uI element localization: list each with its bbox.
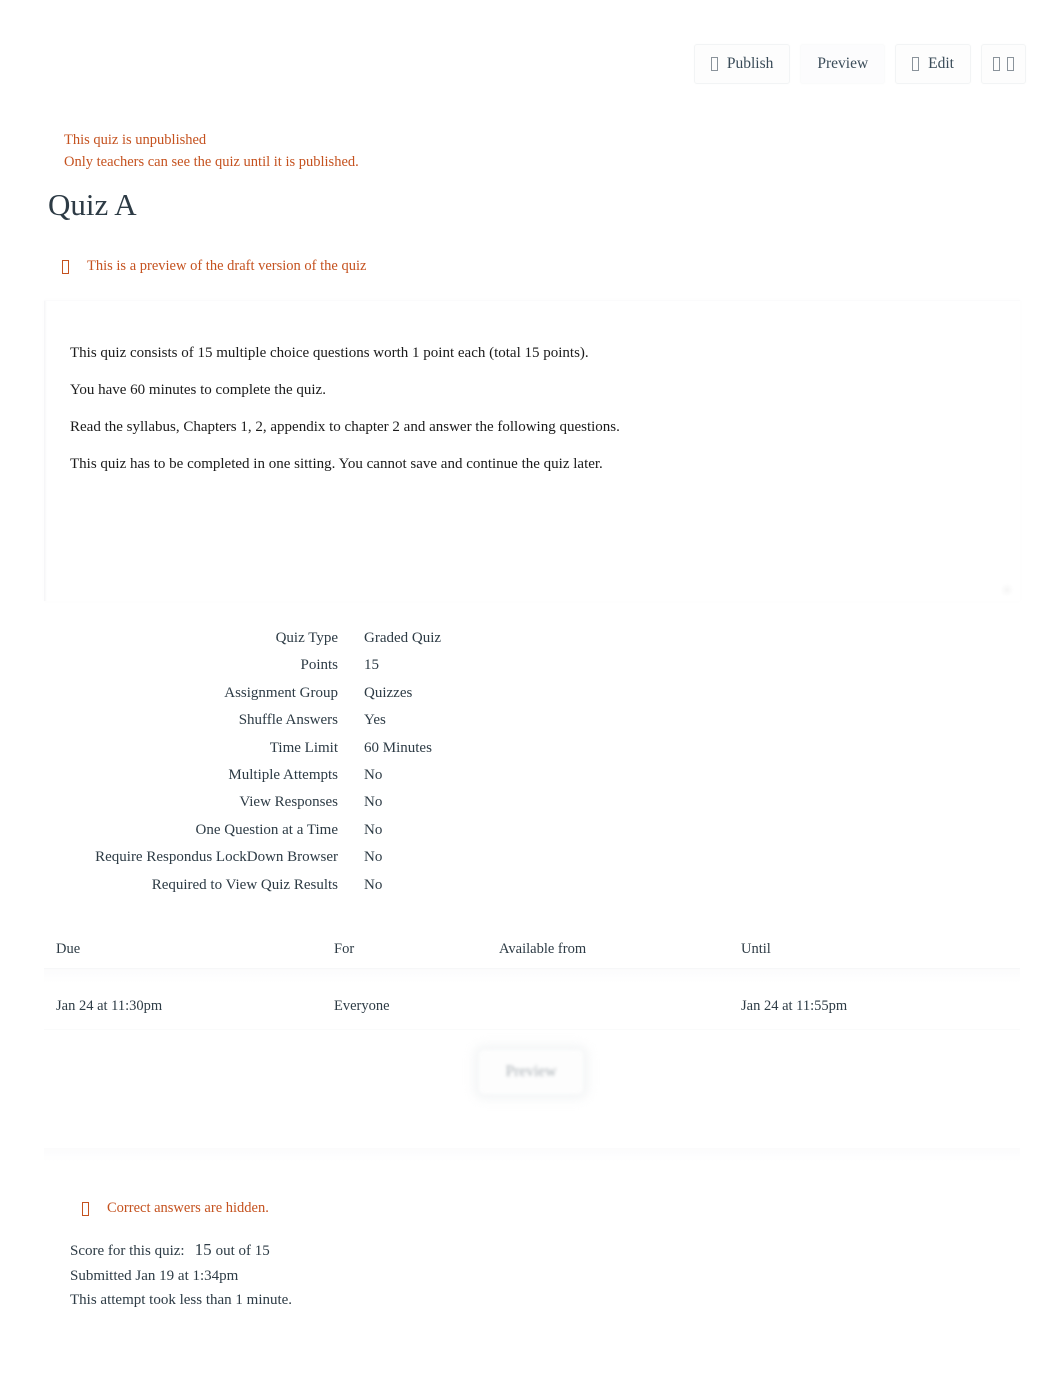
unpublished-alert-detail: Only teachers can see the quiz until it … [64, 153, 359, 170]
publish-tofu-icon [710, 57, 718, 71]
detail-value: Quizzes [364, 684, 413, 701]
detail-label: Shuffle Answers [238, 712, 338, 729]
description-paragraph: Read the syllabus, Chapters 1, 2, append… [70, 419, 620, 435]
table-row: One Question at a Time No [0, 820, 640, 841]
column-header-due: Due [56, 940, 81, 957]
answers-hidden-label: Correct answers are hidden. [107, 1200, 269, 1216]
table-row: Shuffle Answers Yes [0, 710, 640, 731]
detail-label: One Question at a Time [195, 821, 339, 838]
more-options-button[interactable] [981, 44, 1026, 84]
score-value: 15 [194, 1240, 212, 1259]
description-paragraph: This quiz consists of 15 multiple choice… [70, 345, 589, 361]
score-line: Score for this quiz: 15 out of 15 [70, 1238, 292, 1264]
cell-for: Everyone [334, 997, 390, 1014]
table-row: View Responses No [0, 792, 640, 813]
detail-label: Time Limit [269, 739, 338, 756]
description-paragraph: You have 60 minutes to complete the quiz… [70, 382, 326, 398]
edit-button-label: Edit [928, 55, 954, 73]
cell-due: Jan 24 at 11:30pm [56, 997, 163, 1014]
preview-quiz-button-label: Preview [505, 1063, 557, 1080]
preview-quiz-button[interactable]: Preview [479, 1050, 583, 1094]
detail-value: No [364, 766, 383, 783]
table-row: Require Respondus LockDown Browser No [0, 847, 640, 868]
column-header-for: For [334, 940, 355, 957]
detail-value: No [364, 849, 383, 866]
detail-label: Assignment Group [224, 684, 338, 701]
detail-label: Quiz Type [275, 630, 338, 646]
page-title: Quiz A [48, 187, 137, 222]
publish-button[interactable]: Publish [693, 44, 791, 84]
detail-label: Require Respondus LockDown Browser [95, 849, 338, 866]
description-paragraph: This quiz has to be completed in one sit… [70, 456, 603, 472]
info-tofu-icon [62, 259, 69, 274]
draft-preview-notice-label: This is a preview of the draft version o… [87, 258, 367, 274]
table-row: Jan 24 at 11:30pm Everyone Jan 24 at 11:… [44, 983, 1020, 1030]
unpublished-alert-title: This quiz is unpublished [64, 132, 207, 148]
score-out-of: out of 15 [215, 1243, 270, 1259]
unpublished-alert: This quiz is unpublished Only teachers c… [64, 130, 359, 173]
detail-label: View Responses [239, 794, 338, 811]
publish-button-label: Publish [726, 55, 774, 73]
detail-value: No [364, 821, 383, 838]
detail-label: Required to View Quiz Results [151, 876, 338, 893]
answers-hidden-notice: Correct answers are hidden. [82, 1198, 269, 1219]
duration-line: This attempt took less than 1 minute. [70, 1292, 293, 1308]
column-header-available-from: Available from [499, 940, 587, 957]
page-toolbar: Publish Preview Edit [0, 0, 1062, 112]
info-tofu-icon [82, 1201, 89, 1216]
quiz-description-body: This quiz consists of 15 multiple choice… [70, 343, 970, 491]
tofu-icon [993, 57, 1000, 71]
dates-table-divider [44, 969, 1020, 983]
resize-handle[interactable] [1000, 583, 1014, 597]
score-label: Score for this quiz: [70, 1243, 185, 1259]
quiz-details-table: Quiz Type Graded Quiz Points 15 Assignme… [0, 628, 640, 902]
table-row: Points 15 [0, 655, 640, 676]
quiz-dates-table: Due For Available from Until Jan 24 at 1… [44, 930, 1020, 1030]
submitted-line: Submitted Jan 19 at 1:34pm [70, 1267, 239, 1284]
table-row: Required to View Quiz Results No [0, 875, 640, 896]
draft-preview-notice: This is a preview of the draft version o… [62, 256, 366, 277]
table-row: Assignment Group Quizzes [0, 683, 640, 704]
edit-tofu-icon [912, 57, 920, 71]
quiz-description-card: This quiz consists of 15 multiple choice… [44, 300, 1020, 601]
section-divider [44, 1148, 1020, 1162]
detail-value: Graded Quiz [364, 630, 442, 646]
cell-until: Jan 24 at 11:55pm [741, 997, 848, 1014]
table-row: Time Limit 60 Minutes [0, 738, 640, 759]
preview-button[interactable]: Preview [800, 44, 886, 84]
detail-label: Points [300, 657, 338, 674]
dates-table-header: Due For Available from Until [44, 930, 1020, 969]
quiz-results-summary: Score for this quiz: 15 out of 15 Submitte… [70, 1238, 292, 1313]
toolbar-actions: Publish Preview Edit [693, 44, 1026, 84]
detail-value: 15 [364, 657, 379, 674]
detail-label: Multiple Attempts [228, 766, 338, 783]
edit-button[interactable]: Edit [895, 44, 971, 84]
preview-button-label: Preview [817, 55, 869, 73]
detail-value: No [364, 794, 383, 811]
table-row: Multiple Attempts No [0, 765, 640, 786]
table-row: Quiz Type Graded Quiz [0, 628, 640, 649]
detail-value: 60 Minutes [364, 739, 432, 756]
column-header-until: Until [741, 940, 771, 957]
tofu-icon [1007, 57, 1014, 71]
detail-value: Yes [364, 712, 386, 729]
detail-value: No [364, 876, 383, 893]
